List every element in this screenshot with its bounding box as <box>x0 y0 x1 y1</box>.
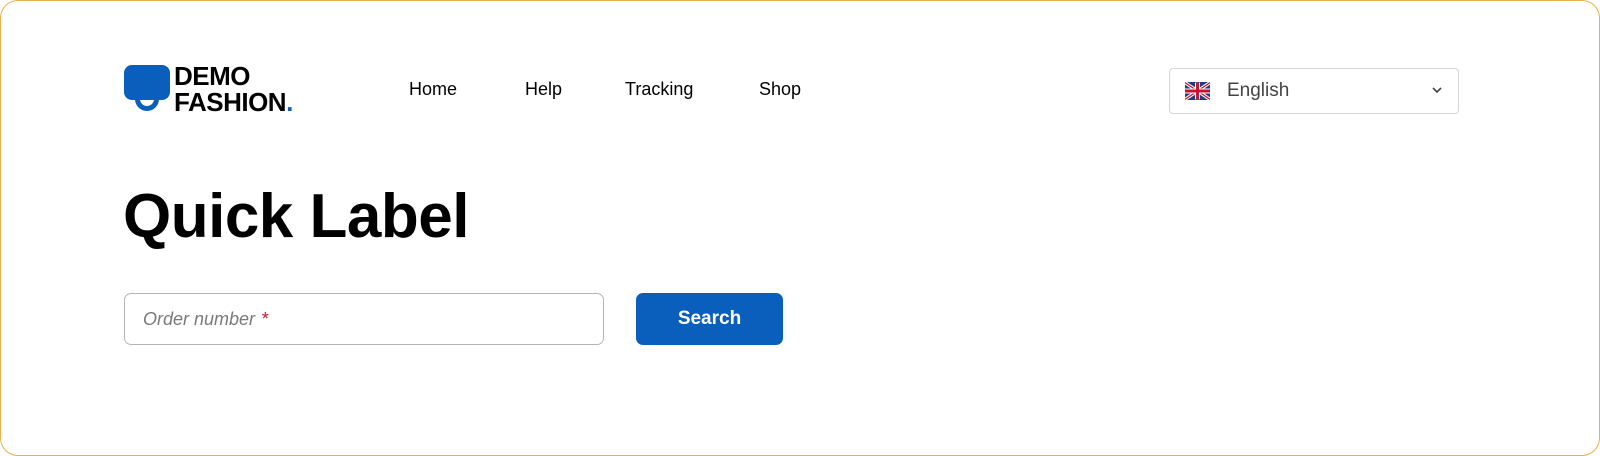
uk-flag-icon <box>1185 82 1210 100</box>
page-title: Quick Label <box>123 182 469 251</box>
language-select[interactable]: English <box>1169 68 1459 114</box>
brand-logo[interactable]: DEMO FASHION. <box>124 63 324 119</box>
required-marker: * <box>261 308 269 329</box>
nav-shop[interactable]: Shop <box>759 79 801 100</box>
brand-dot: . <box>286 87 293 117</box>
nav-help[interactable]: Help <box>525 79 562 100</box>
nav-tracking[interactable]: Tracking <box>625 79 693 100</box>
order-number-input[interactable]: Order number * <box>124 293 604 345</box>
order-number-placeholder: Order number <box>143 308 256 329</box>
search-button[interactable]: Search <box>636 293 783 345</box>
brand-line-2-text: FASHION <box>174 87 287 117</box>
brand-line-2: FASHION. <box>174 89 293 115</box>
shopping-bag-icon <box>124 63 170 119</box>
brand-line-1: DEMO <box>174 61 250 91</box>
language-selected-label: English <box>1227 80 1290 101</box>
nav-home[interactable]: Home <box>409 79 457 100</box>
page-frame: DEMO FASHION. Home Help Tracking Shop En… <box>0 0 1600 456</box>
brand-name: DEMO FASHION. <box>174 63 293 115</box>
chevron-down-icon <box>1430 83 1444 97</box>
